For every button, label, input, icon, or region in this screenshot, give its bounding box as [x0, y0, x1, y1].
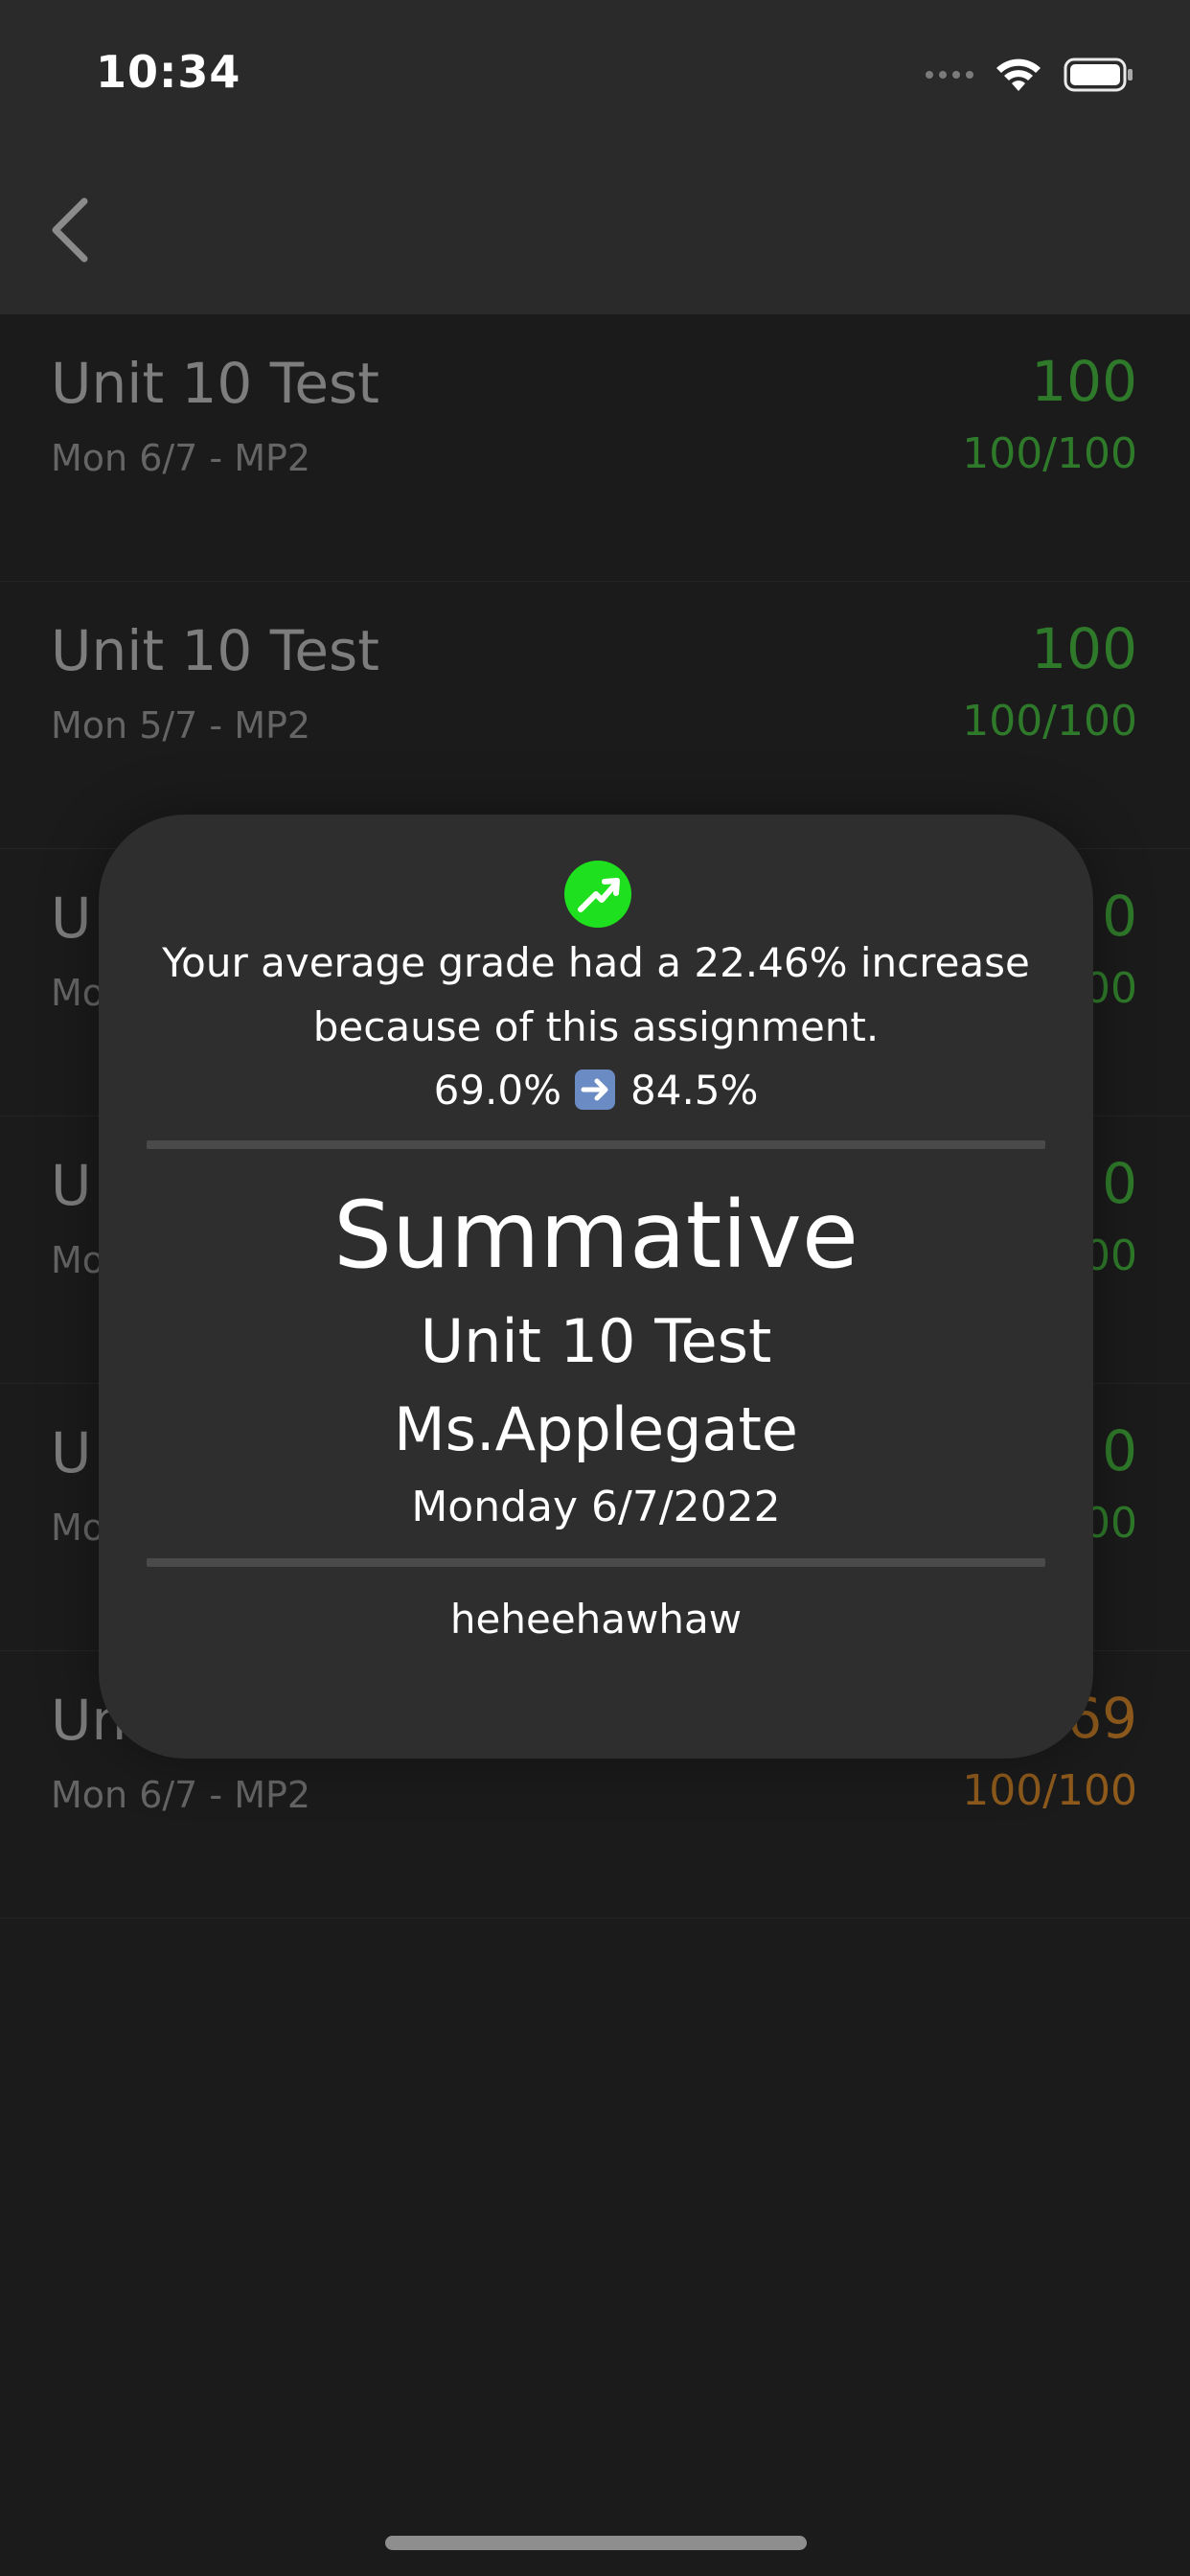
status-time: 10:34: [96, 46, 241, 98]
assignment-score: 100: [1031, 349, 1137, 414]
divider: [147, 1140, 1045, 1149]
grade-change-message: Your average grade had a 22.46% increase: [162, 939, 1030, 986]
assignment-date: Mon 6/7 - MP2: [51, 1774, 311, 1816]
assignment-title: Unit 10 Test: [51, 351, 379, 416]
assignment-points: 100/100: [962, 697, 1137, 746]
assignment-title: U: [51, 1420, 92, 1485]
teacher-name: Ms.Applegate: [394, 1394, 798, 1464]
assignment-row[interactable]: Unit 10 Test Mon 6/7 - MP2 100 100/100: [0, 314, 1190, 582]
screen: 10:34 Unit 10 Test Mon 6/7 - MP2 100 100…: [0, 0, 1190, 2576]
home-indicator[interactable]: [385, 2536, 807, 2550]
chevron-left-icon: [52, 197, 88, 263]
assignment-date: Mo: [51, 1506, 105, 1549]
assignment-date: Mo: [51, 1239, 105, 1281]
divider: [147, 1558, 1045, 1567]
assignment-category: Summative: [333, 1182, 858, 1289]
assignment-row[interactable]: Unit 10 Test Mon 5/7 - MP2 100 100/100: [0, 582, 1190, 849]
assignment-date: Mon 6/7 - MP2: [51, 437, 311, 479]
assignment-score: 0: [1102, 1151, 1137, 1216]
wifi-icon: [996, 58, 1041, 91]
new-average: 84.5%: [630, 1067, 759, 1114]
arrow-right-emoji-icon: [575, 1070, 615, 1110]
assignment-detail-popup[interactable]: Your average grade had a 22.46% increase…: [99, 815, 1093, 1759]
grade-change-message-cont: because of this assignment.: [312, 1003, 880, 1050]
old-average: 69.0%: [433, 1067, 561, 1114]
trending-up-icon: [564, 861, 631, 928]
assignment-score: 0: [1102, 884, 1137, 949]
assignment-full-date: Monday 6/7/2022: [411, 1483, 781, 1531]
assignment-score: 100: [1031, 616, 1137, 681]
assignment-points: 100/100: [962, 429, 1137, 478]
assignment-comment: heheehawhaw: [449, 1596, 743, 1643]
back-button[interactable]: [40, 192, 98, 268]
battery-icon: [1064, 58, 1133, 92]
assignment-date: Mo: [51, 972, 105, 1014]
status-bar: 10:34: [0, 0, 1190, 144]
assignment-title: U: [51, 1153, 92, 1218]
average-change: 69.0% 84.5%: [99, 1067, 1093, 1114]
status-icons: [926, 56, 1134, 94]
assignment-date: Mon 5/7 - MP2: [51, 704, 311, 747]
assignment-title: U: [51, 886, 92, 951]
navigation-bar: [0, 144, 1190, 314]
assignment-points: 100/100: [962, 1766, 1137, 1815]
assignment-score: 0: [1102, 1418, 1137, 1484]
cellular-signal-icon: [926, 71, 973, 79]
assignment-name: Unit 10 Test: [420, 1306, 772, 1376]
assignment-title: Unit 10 Test: [51, 618, 379, 683]
